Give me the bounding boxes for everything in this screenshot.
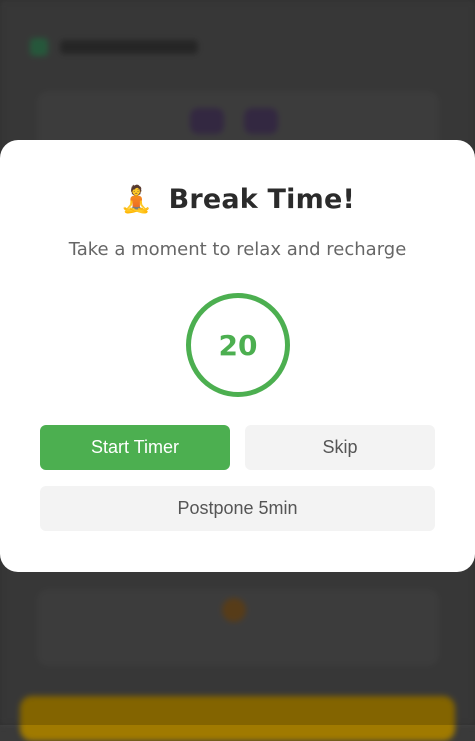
timer-circle: 20 [186,293,290,397]
break-modal: 🧘 Break Time! Take a moment to relax and… [0,140,475,572]
start-timer-button[interactable]: Start Timer [40,425,230,470]
postpone-button[interactable]: Postpone 5min [40,486,435,531]
modal-subtitle: Take a moment to relax and recharge [0,239,475,260]
meditation-icon: 🧘 [120,187,153,213]
timer-value: 20 [219,329,258,362]
skip-button[interactable]: Skip [245,425,435,470]
modal-title: 🧘 Break Time! [0,184,475,215]
modal-title-text: Break Time! [169,184,355,215]
